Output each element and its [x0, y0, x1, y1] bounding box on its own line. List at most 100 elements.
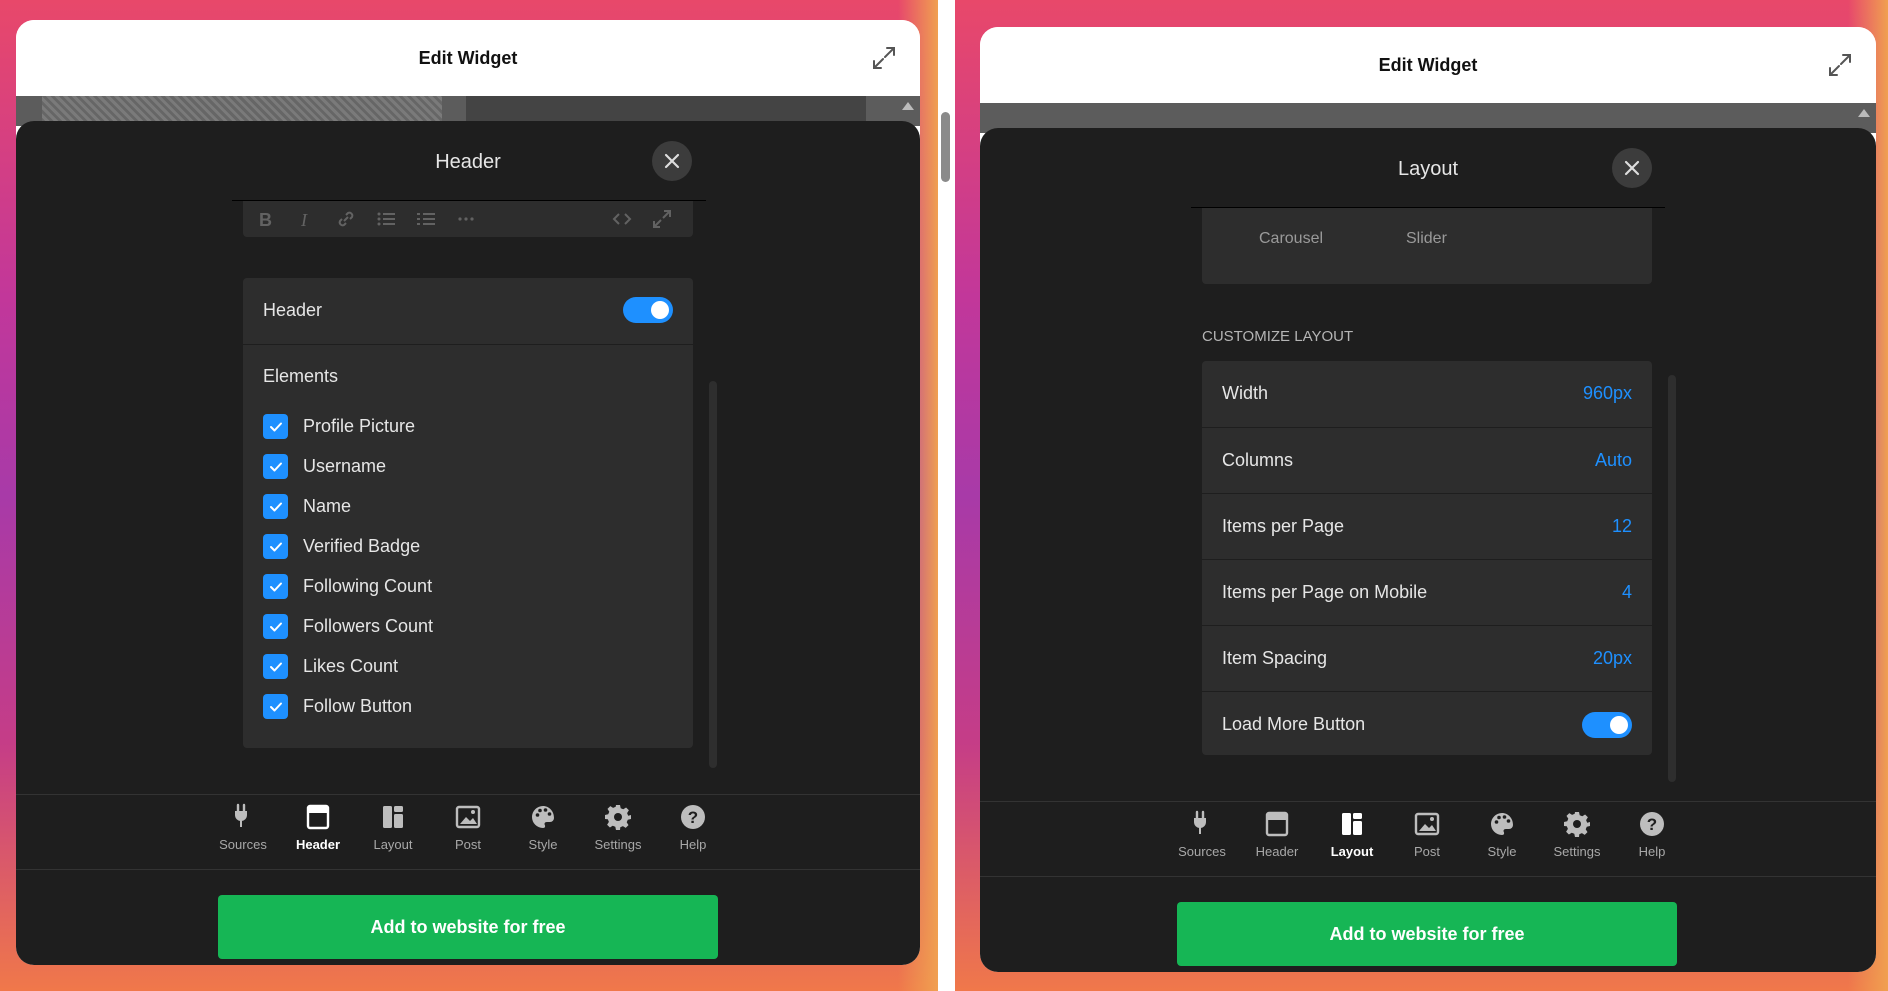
element-checkbox[interactable] [263, 534, 288, 559]
close-button[interactable] [1612, 148, 1652, 188]
layout-setting-label: Width [1222, 383, 1269, 403]
tab-settings[interactable]: Settings [588, 803, 648, 852]
element-checkbox[interactable] [263, 414, 288, 439]
layout-setting-row[interactable]: Columns Auto [1202, 427, 1652, 493]
bold-icon[interactable]: B [255, 208, 277, 230]
window-title: Edit Widget [980, 27, 1876, 103]
layout-option-carousel[interactable]: Carousel [1259, 230, 1323, 248]
element-checkbox-label: Profile Picture [303, 416, 416, 436]
layout-setting-row[interactable]: Width 960px [1202, 361, 1652, 427]
bottom-tab-bar: Sources Header Layout Post Style Settings ? Hel… [16, 794, 920, 870]
tab-label: Style [528, 837, 558, 852]
layout-rows: Width 960px Columns Auto Items per Page 12 Ite… [1202, 361, 1652, 755]
tab-label: Post [454, 837, 481, 852]
element-checkbox[interactable] [263, 574, 288, 599]
tab-label: Layout [1330, 844, 1374, 859]
tab-sources[interactable]: Sources [1172, 810, 1232, 859]
check-icon [269, 542, 282, 551]
close-button[interactable] [652, 141, 692, 181]
svg-text:I: I [300, 210, 308, 230]
tab-label: Layout [373, 837, 413, 852]
tab-header[interactable]: Header [288, 803, 348, 852]
layout-setting-value[interactable]: 960px [1583, 383, 1632, 404]
plug-icon [235, 803, 247, 827]
check-icon [269, 502, 282, 511]
layout-setting-label: Items per Page on Mobile [1222, 582, 1428, 602]
fullscreen-icon[interactable] [651, 208, 673, 230]
element-checkbox-label: Username [303, 456, 387, 476]
header-toggle[interactable] [623, 297, 673, 323]
layout-setting-value[interactable]: Auto [1595, 450, 1632, 471]
tab-layout[interactable]: Layout [1322, 810, 1382, 859]
svg-text:?: ? [688, 808, 698, 827]
scroll-up-arrow[interactable] [902, 102, 914, 110]
panel-scrollbar[interactable] [709, 381, 717, 768]
expand-icon[interactable] [1826, 51, 1854, 79]
layout-setting-value[interactable]: 20px [1593, 648, 1632, 669]
element-checkbox[interactable] [263, 494, 288, 519]
tab-settings[interactable]: Settings [1547, 810, 1607, 859]
layout-setting-value[interactable]: 12 [1612, 516, 1632, 537]
header-icon [1265, 811, 1289, 837]
tab-sources[interactable]: Sources [213, 803, 273, 852]
elements-heading: Elements [263, 366, 339, 386]
help-icon: ? [681, 805, 705, 829]
layout-setting-label: Columns [1222, 450, 1294, 470]
layout-setting-value[interactable]: 4 [1622, 582, 1632, 603]
tab-label: Header [295, 837, 341, 852]
tab-style[interactable]: Style [1472, 810, 1532, 859]
expand-icon[interactable] [870, 44, 898, 72]
image-icon [455, 805, 481, 829]
italic-icon[interactable]: I [295, 208, 317, 230]
tab-label: Style [1487, 844, 1517, 859]
element-checkbox-label: Followers Count [303, 616, 434, 636]
text-editor-toolbar: B I [243, 201, 693, 237]
header-settings-card: Header Elements Profile Picture Username N… [243, 278, 693, 748]
gear-icon [1564, 812, 1590, 837]
load-more-toggle[interactable] [1582, 712, 1632, 738]
tab-label: Sources [219, 837, 267, 852]
tab-label: Help [1638, 844, 1666, 859]
bullet-list-icon[interactable] [375, 208, 397, 230]
more-icon[interactable] [455, 208, 477, 230]
element-checkbox-label: Verified Badge [303, 536, 421, 556]
element-checkbox[interactable] [263, 454, 288, 479]
tab-style[interactable]: Style [513, 803, 573, 852]
layout-panel: Layout Carousel Slider CUSTOMIZE LAYOUT … [980, 128, 1876, 972]
tab-post[interactable]: Post [438, 803, 498, 852]
tab-label: Header [1255, 844, 1299, 859]
link-icon[interactable] [335, 208, 357, 230]
code-icon[interactable] [611, 208, 633, 230]
add-to-website-button[interactable]: Add to website for free [218, 895, 718, 959]
layout-option-slider[interactable]: Slider [1406, 230, 1447, 248]
image-icon [1414, 812, 1440, 836]
close-icon [1624, 160, 1640, 176]
check-icon [269, 422, 282, 431]
tab-post[interactable]: Post [1397, 810, 1457, 859]
layout-icon [383, 806, 403, 828]
gear-icon [605, 805, 631, 830]
page-scrollbar-thumb[interactable] [941, 112, 950, 182]
palette-icon [532, 806, 554, 828]
scroll-up-arrow[interactable] [1858, 109, 1870, 117]
load-more-row[interactable]: Load More Button [1202, 691, 1652, 755]
numbered-list-icon[interactable] [415, 208, 437, 230]
header-toggle-label: Header [263, 300, 323, 320]
element-checkbox[interactable] [263, 654, 288, 679]
add-to-website-button[interactable]: Add to website for free [1177, 902, 1677, 966]
panel-scrollbar[interactable] [1668, 375, 1676, 782]
tab-help[interactable]: ? Help [1622, 810, 1682, 859]
tab-help[interactable]: ? Help [663, 803, 723, 852]
tab-header[interactable]: Header [1247, 810, 1307, 859]
layout-setting-row[interactable]: Item Spacing 20px [1202, 625, 1652, 691]
layout-setting-row[interactable]: Items per Page 12 [1202, 493, 1652, 559]
edit-widget-window-right: Edit Widget Layout Carousel Slider CUSTO… [980, 27, 1876, 972]
check-icon [269, 622, 282, 631]
layout-setting-row[interactable]: Items per Page on Mobile 4 [1202, 559, 1652, 625]
check-icon [269, 462, 282, 471]
panel-title: Header [435, 151, 501, 173]
tab-layout[interactable]: Layout [363, 803, 423, 852]
element-checkbox[interactable] [263, 694, 288, 719]
palette-icon [1491, 813, 1513, 835]
element-checkbox[interactable] [263, 614, 288, 639]
